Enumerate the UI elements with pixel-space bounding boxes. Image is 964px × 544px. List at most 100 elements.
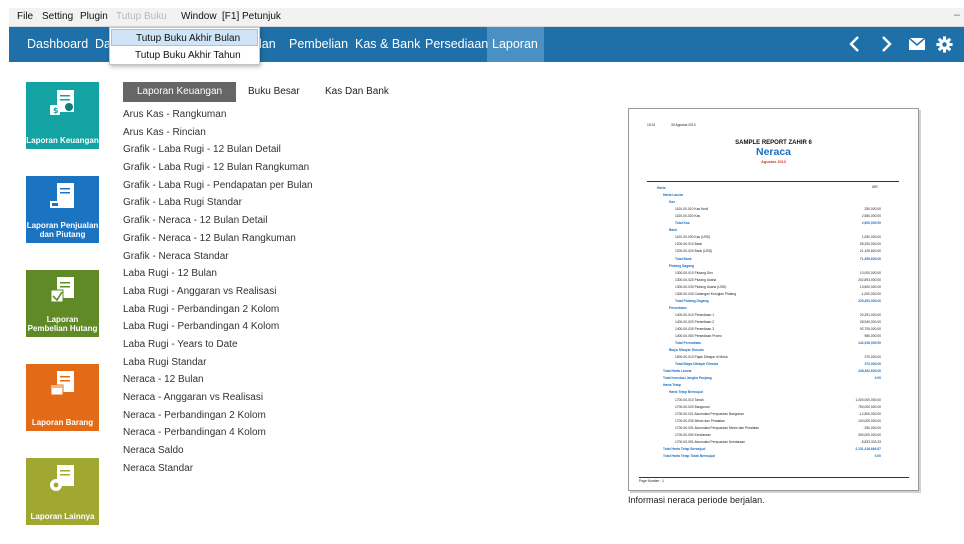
tile-label: Laporan Keuangan <box>26 136 99 145</box>
preview-line-value: 250,000.00 <box>864 207 881 212</box>
preview-line-label: Total Biaya Dibayar Dimuka <box>675 362 719 367</box>
sales-report-icon <box>50 183 74 208</box>
preview-line-label: Total Investasi Jangka Panjang <box>663 376 712 381</box>
preview-line-value: 2,131,416,666.67 <box>855 446 881 451</box>
tile-laporan-penjualan[interactable]: Laporan Penjualan dan Piutang <box>26 176 99 243</box>
preview-line-value: -5,833,333.33 <box>860 439 881 444</box>
preview-line-value: 100,000,000.00 <box>858 418 881 423</box>
preview-line-value: 28,940,000.00 <box>859 319 881 324</box>
preview-line-value: 370,000.00 <box>864 355 881 360</box>
menu-plugin[interactable]: Plugin <box>80 11 108 22</box>
preview-line-value: -1,000,000.00 <box>860 291 881 296</box>
report-list: Arus Kas - Rangkuman Arus Kas - Rincian … <box>123 108 343 479</box>
menu-window[interactable]: Window <box>181 11 217 22</box>
preview-line-label: Total Harta Tetap Berwujud <box>663 446 706 451</box>
minimize-dash[interactable]: – <box>954 9 960 21</box>
nav-laporan[interactable]: Laporan <box>492 37 538 51</box>
report-item[interactable]: Grafik - Neraca Standar <box>123 250 343 268</box>
report-item[interactable]: Laba Rugi - Perbandingan 4 Kolom <box>123 320 343 338</box>
preview-line-value: 1,050,000.00 <box>861 235 881 240</box>
preview-footer-rule <box>639 477 909 478</box>
menu-tutup-buku[interactable]: Tutup Buku <box>116 11 167 22</box>
preview-line-label: 1300-00-010 Piutang Giro <box>675 270 713 275</box>
tab-kas-dan-bank[interactable]: Kas Dan Bank <box>325 82 389 102</box>
report-item[interactable]: Laba Rugi Standar <box>123 356 343 374</box>
gear-icon[interactable] <box>934 34 954 54</box>
report-preview: 15:31 30 Agustus 2013 SAMPLE REPORT ZAHI… <box>628 108 919 491</box>
preview-line-label: 1500-00-010 Pajak Dibayar di Muka <box>675 355 728 360</box>
preview-line-label: 1400-00-050 Persediaan Promo <box>675 334 722 339</box>
menu-item-tutup-buku-akhir-tahun[interactable]: Tutup Buku Akhir Tahun <box>111 47 258 64</box>
mail-icon[interactable] <box>907 34 927 54</box>
preview-line-value: 20,291,000.00 <box>859 312 881 317</box>
report-item[interactable]: Grafik - Laba Rugi Standar <box>123 196 343 214</box>
preview-date: 30 Agustus 2013 <box>671 123 696 127</box>
report-item[interactable]: Laba Rugi - 12 Bulan <box>123 267 343 285</box>
menu-item-tutup-buku-akhir-bulan[interactable]: Tutup Buku Akhir Bulan <box>111 29 258 46</box>
preview-line-label: Total Persediaan <box>675 341 702 346</box>
preview-line-value: 92,705,000.00 <box>859 327 881 331</box>
inventory-report-icon <box>50 371 74 396</box>
report-item[interactable]: Grafik - Laba Rugi - 12 Bulan Detail <box>123 143 343 161</box>
tile-laporan-pembelian[interactable]: Laporan Pembelian Hutang <box>26 270 99 337</box>
preview-line-value: 300,000,000.00 <box>858 432 881 437</box>
preview-line-label: 1400-00-030 Persediaan 3 <box>675 327 715 331</box>
chevron-right-icon[interactable] <box>877 34 897 54</box>
preview-line-value: 142,916,000.00 <box>858 341 881 346</box>
menu-file[interactable]: File <box>17 11 33 22</box>
preview-line-label: Total Bank <box>675 256 692 261</box>
preview-line-value: -12,500,000.00 <box>858 411 881 416</box>
tile-laporan-lainnya[interactable]: Laporan Lainnya <box>26 458 99 525</box>
report-item[interactable]: Neraca Standar <box>123 462 343 480</box>
report-item[interactable]: Arus Kas - Rincian <box>123 126 343 144</box>
tile-label: Laporan Barang <box>31 418 94 427</box>
preview-line-value: 0.00 <box>874 453 881 458</box>
nav-kas-bank[interactable]: Kas & Bank <box>355 37 420 51</box>
preview-line-label: 1400-00-020 Persediaan 2 <box>675 319 715 324</box>
preview-line-label: Piutang Dagang <box>669 263 695 268</box>
preview-line-value: 21,105,600.00 <box>859 249 881 254</box>
nav-pembelian[interactable]: Pembelian <box>289 37 348 51</box>
report-item[interactable]: Grafik - Laba Rugi - 12 Bulan Rangkuman <box>123 161 343 179</box>
preview-line-label: Biaya Dibayar Dimuka <box>669 348 704 353</box>
report-item[interactable]: Grafik - Neraca - 12 Bulan Rangkuman <box>123 232 343 250</box>
report-item[interactable]: Grafik - Laba Rugi - Pendapatan per Bula… <box>123 179 343 197</box>
menu-setting[interactable]: Setting <box>42 11 73 22</box>
chevron-left-icon[interactable] <box>844 34 864 54</box>
report-item[interactable]: Neraca - 12 Bulan <box>123 373 343 391</box>
report-item[interactable]: Neraca Saldo <box>123 444 343 462</box>
preview-line-value: 202,893,000.00 <box>858 277 881 282</box>
preview-line-label: 1300-00-030 Piutang Usaha (USD) <box>675 284 727 289</box>
report-item[interactable]: Laba Rugi - Anggaran vs Realisasi <box>123 285 343 303</box>
report-item[interactable]: Neraca - Perbandingan 2 Kolom <box>123 409 343 427</box>
report-item[interactable]: Neraca - Perbandingan 4 Kolom <box>123 426 343 444</box>
report-item[interactable]: Grafik - Neraca - 12 Bulan Detail <box>123 214 343 232</box>
preview-line-label: 1700-00-020 Bangunan <box>675 404 710 409</box>
nav-dashboard[interactable]: Dashboard <box>27 37 88 51</box>
preview-line-label: 1400-00-010 Persediaan 1 <box>675 312 715 317</box>
preview-line-value: 55,200,000.00 <box>859 242 881 247</box>
menu-petunjuk[interactable]: [F1] Petunjuk <box>222 11 281 22</box>
purchase-report-icon <box>50 277 74 303</box>
report-item[interactable]: Laba Rugi - Perbandingan 2 Kolom <box>123 303 343 321</box>
preview-line-label: Total Kas <box>675 221 690 226</box>
tile-laporan-barang[interactable]: Laporan Barang <box>26 364 99 431</box>
tile-label: Laporan Lainnya <box>30 512 95 521</box>
report-item[interactable]: Arus Kas - Rangkuman <box>123 108 343 126</box>
preview-line-label: 1200-00-010 Bank <box>675 242 703 247</box>
tab-buku-besar[interactable]: Buku Besar <box>248 82 300 102</box>
tab-laporan-keuangan[interactable]: Laporan Keuangan <box>123 82 237 102</box>
preview-line-label: 1200-00-020 Bank (USD) <box>675 249 713 254</box>
preview-line-value: 0.00 <box>874 376 881 381</box>
preview-title: Neraca <box>755 146 792 158</box>
preview-line-value: -250,000.00 <box>863 425 881 430</box>
report-item[interactable]: Neraca - Anggaran vs Realisasi <box>123 391 343 409</box>
preview-line-label: 1300-00-040 Cadangan Kerugian Piutang <box>675 291 737 296</box>
preview-line-value: 370,000.00 <box>864 362 881 367</box>
nav-penjualan[interactable]: lan <box>259 37 276 51</box>
report-item[interactable]: Laba Rugi - Years to Date <box>123 338 343 356</box>
tile-laporan-keuangan[interactable]: $ Laporan Keuangan <box>26 82 99 149</box>
preview-rule <box>647 181 899 182</box>
nav-persediaan[interactable]: Persediaan <box>425 37 488 51</box>
menu-bar: File Setting Plugin Tutup Buku Window [F… <box>9 8 964 27</box>
